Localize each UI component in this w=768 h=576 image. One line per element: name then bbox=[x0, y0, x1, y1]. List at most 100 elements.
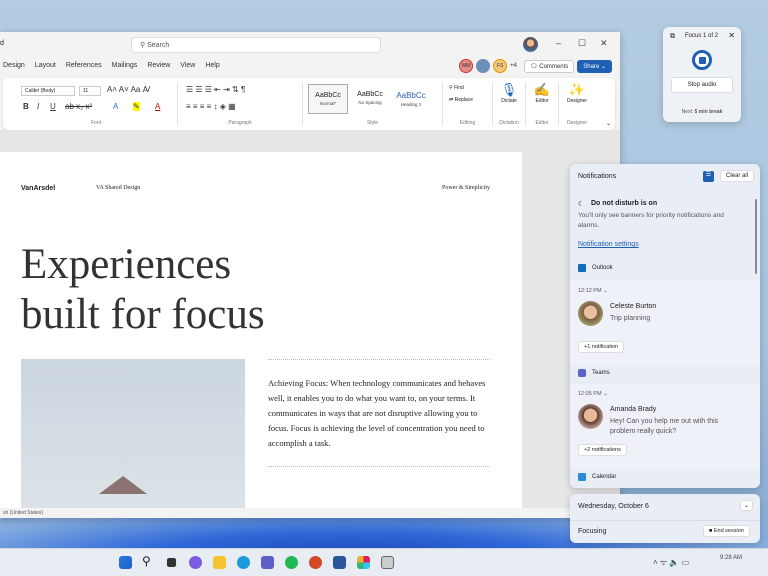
user-avatar[interactable] bbox=[523, 37, 538, 52]
expand-calendar-button[interactable]: ⌄ bbox=[740, 500, 754, 511]
editing-group-label: Editing bbox=[459, 120, 476, 126]
bullets-icon[interactable]: ☰ ☰ ☰ ⇤ ⇥ ⇅ ¶ bbox=[186, 85, 245, 94]
maximize-button[interactable]: ☐ bbox=[578, 38, 586, 49]
tab-view[interactable]: View bbox=[180, 62, 195, 78]
clock-app-icon[interactable] bbox=[381, 556, 394, 569]
comments-button[interactable]: 🗨 Comments bbox=[523, 59, 575, 73]
next-session: Next: 5 min break bbox=[681, 109, 723, 115]
notifications-title: Notifications bbox=[578, 173, 617, 180]
focus-widget: ⧉ Focus 1 of 2 ✕ Stop audio Next: 5 min … bbox=[663, 27, 741, 122]
replace-button[interactable]: ⇄ Replace bbox=[449, 97, 473, 103]
close-icon[interactable]: ✕ bbox=[728, 31, 735, 40]
style-no-spacing[interactable]: AaBbCc No Spacing bbox=[350, 84, 390, 114]
highlight-icon[interactable]: ✎ bbox=[133, 102, 140, 111]
paragraph-group-label: Paragraph bbox=[228, 120, 252, 126]
minimize-button[interactable]: – bbox=[556, 38, 561, 48]
microphone-icon: 🎙 bbox=[500, 82, 518, 97]
file-explorer-icon[interactable] bbox=[213, 556, 226, 569]
notification-outlook[interactable]: 12:12 PM ⌄ Celeste Burton Trip planning … bbox=[570, 281, 760, 366]
document-area: VanArsdel VA Shared Design Power & Simpl… bbox=[0, 130, 620, 508]
style-normal[interactable]: AaBbCc Normal* bbox=[308, 84, 348, 114]
language-status[interactable]: sh (United States) bbox=[3, 510, 43, 516]
word-window: d ⚲ Search – ☐ ✕ Design Layout Reference… bbox=[0, 32, 620, 518]
calendar-panel: Wednesday, October 6 ⌄ Focusing ■ End se… bbox=[570, 494, 760, 543]
teams-icon bbox=[578, 369, 586, 377]
stop-icon bbox=[698, 56, 706, 64]
close-button[interactable]: ✕ bbox=[600, 38, 608, 49]
editing-group: ⚲ Find ⇄ Replace Editing bbox=[443, 82, 493, 126]
header-center: VA Shared Design bbox=[96, 185, 141, 191]
edge-icon[interactable] bbox=[237, 556, 250, 569]
editor-icon: ✍ bbox=[533, 82, 551, 97]
focusing-label: Focusing bbox=[578, 528, 607, 535]
text-effects-icon[interactable]: A bbox=[113, 102, 118, 111]
align-icons[interactable]: ≡ ≡ ≡ ≡ ↕ ◈ ▦ bbox=[186, 102, 236, 111]
font-group: Calibri (Body) 11 A˄ A˅ Aa Ꜹ B I U ab x₂… bbox=[15, 82, 178, 126]
task-view-icon[interactable] bbox=[166, 557, 177, 568]
search-icon[interactable]: ⚲ bbox=[142, 554, 155, 568]
collaborator-avatar[interactable] bbox=[476, 59, 491, 73]
dictate-button[interactable]: 🎙 Dictate bbox=[493, 82, 525, 104]
comment-icon: 🗨 bbox=[529, 63, 540, 70]
share-button[interactable]: Share ⌄ bbox=[577, 59, 612, 73]
end-session-button[interactable]: ■ End session bbox=[703, 525, 750, 537]
divider bbox=[268, 359, 490, 360]
search-input[interactable]: ⚲ Search bbox=[131, 37, 381, 53]
system-tray[interactable]: ˄ ᯤ 🔈 ▭ bbox=[653, 557, 689, 568]
tab-design[interactable]: Design bbox=[3, 62, 25, 78]
app-name: Teams bbox=[592, 370, 610, 376]
powerpoint-icon[interactable] bbox=[309, 556, 322, 569]
collaborator-avatar[interactable]: FS bbox=[493, 59, 508, 73]
tab-references[interactable]: References bbox=[66, 62, 102, 78]
stop-audio-button[interactable]: Stop audio bbox=[671, 77, 733, 93]
focus-assist-icon[interactable]: ☰ bbox=[703, 171, 714, 182]
teams-icon[interactable] bbox=[261, 556, 274, 569]
grow-font-icon[interactable]: A˄ A˅ Aa Ꜹ bbox=[107, 85, 150, 94]
clear-all-button[interactable]: Clear all bbox=[720, 170, 755, 182]
styles-group-label: Style bbox=[366, 120, 379, 126]
editor-group-label: Editor bbox=[535, 120, 549, 126]
scrollbar[interactable] bbox=[755, 199, 757, 274]
notification-teams[interactable]: 12:05 PM ⌄ Amanda Brady Hey! Can you hel… bbox=[570, 384, 760, 469]
extra-collaborators[interactable]: +4 bbox=[510, 63, 517, 69]
dictation-group: 🎙 Dictate Dictation bbox=[493, 82, 526, 126]
strikethrough-icon[interactable]: ab x₂ x² bbox=[65, 102, 92, 111]
more-notifications-button[interactable]: +1 notification bbox=[578, 341, 625, 353]
collaborator-avatar[interactable]: MM bbox=[459, 59, 474, 73]
header-right: Power & Simplicity bbox=[442, 185, 490, 191]
font-name-select[interactable]: Calibri (Body) bbox=[21, 86, 75, 96]
find-button[interactable]: ⚲ Find bbox=[449, 85, 464, 91]
tab-mailings[interactable]: Mailings bbox=[112, 62, 138, 78]
building-image bbox=[21, 359, 245, 508]
designer-button[interactable]: ✨ Designer bbox=[559, 82, 595, 104]
start-icon[interactable] bbox=[119, 556, 132, 569]
tab-layout[interactable]: Layout bbox=[35, 62, 56, 78]
document-page[interactable]: VanArsdel VA Shared Design Power & Simpl… bbox=[0, 152, 522, 508]
bold-icon[interactable]: B bbox=[23, 102, 29, 111]
more-notifications-button[interactable]: +2 notifications bbox=[578, 444, 627, 456]
chat-icon[interactable] bbox=[189, 556, 202, 569]
font-color-icon[interactable]: A bbox=[155, 102, 160, 111]
clock[interactable]: 9:28 AM bbox=[720, 555, 742, 561]
tab-review[interactable]: Review bbox=[147, 62, 170, 78]
underline-icon[interactable]: U bbox=[50, 102, 56, 111]
divider bbox=[268, 466, 490, 467]
notification-settings-link[interactable]: Notification settings bbox=[578, 241, 639, 248]
collapse-ribbon-icon[interactable]: ⌄ bbox=[606, 120, 611, 127]
focus-timer-ring[interactable] bbox=[692, 50, 712, 70]
spotify-icon[interactable] bbox=[285, 556, 298, 569]
font-size-select[interactable]: 11 bbox=[79, 86, 101, 96]
notification-time: 12:12 PM ⌄ bbox=[578, 288, 608, 294]
style-heading-1[interactable]: AaBbCc Heading 1 bbox=[391, 84, 431, 114]
sender-name: Amanda Brady bbox=[610, 406, 657, 413]
editor-button[interactable]: ✍ Editor bbox=[526, 82, 558, 104]
dnd-title: Do not disturb is on bbox=[591, 200, 658, 207]
slack-icon[interactable] bbox=[357, 556, 370, 569]
focus-icon: ⧉ bbox=[670, 33, 675, 40]
tab-help[interactable]: Help bbox=[205, 62, 219, 78]
dictation-group-label: Dictation bbox=[499, 120, 519, 126]
word-icon[interactable] bbox=[333, 556, 346, 569]
app-menu[interactable]: d bbox=[0, 40, 4, 47]
italic-icon[interactable]: I bbox=[37, 102, 39, 111]
designer-icon: ✨ bbox=[568, 82, 586, 97]
